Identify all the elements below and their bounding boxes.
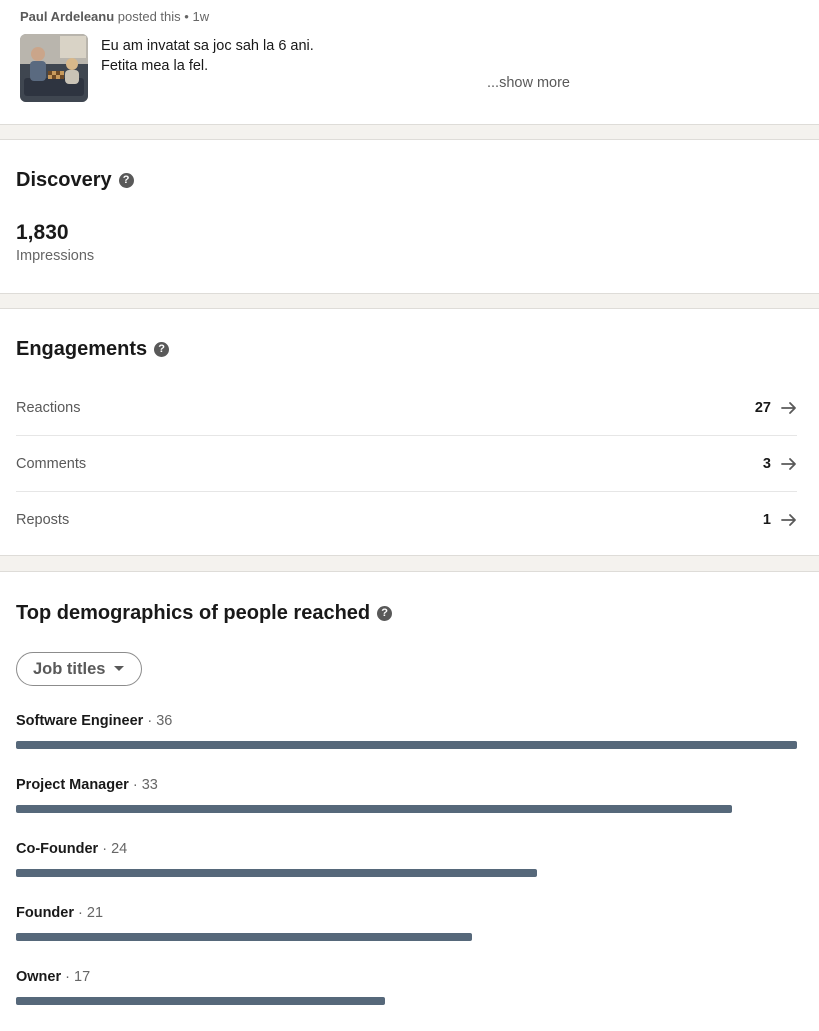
help-icon[interactable]: ? [154,342,170,357]
engagement-value-group: 27 [755,400,797,416]
demographic-count: 33 [141,777,158,793]
post-text-line: Fetita mea la fel. [101,58,209,74]
demographic-bar [16,805,732,813]
arrow-right-icon [781,401,796,414]
demographic-bar [16,741,797,749]
demographic-label: Project Manager · 33 [16,777,797,793]
demographic-count: 24 [111,841,128,857]
engagement-label: Reposts [16,512,70,528]
engagement-row-reposts[interactable]: Reposts 1 [16,492,797,548]
impressions-label: Impressions [16,248,95,264]
demographic-bar [16,933,472,941]
demographic-row: Project Manager · 33 [16,777,797,813]
engagement-row-comments[interactable]: Comments 3 [16,436,797,492]
demographic-row: Owner · 17 [16,969,797,1005]
demographics-card: Top demographics of people reached ? Job… [0,571,819,1031]
caret-down-icon [114,666,125,671]
demographics-title-row: Top demographics of people reached ? [16,602,393,625]
post-action: posted this [117,9,181,24]
demographic-separator: · [147,713,153,729]
demographic-separator: · [78,905,83,921]
show-more-link[interactable]: ...show more [487,75,570,91]
arrow-right-icon [781,457,796,470]
engagement-value: 3 [762,455,771,472]
section-title: Engagements [16,338,148,360]
demographic-row: Software Engineer · 36 [16,713,797,749]
demographic-title: Software Engineer [16,713,144,729]
help-icon[interactable]: ? [118,173,134,188]
arrow-right-icon [781,514,796,526]
post-header: Paul Ardeleanu posted this • 1w [20,9,209,24]
demographic-count: 36 [156,713,173,729]
help-icon[interactable]: ? [377,606,393,621]
engagements-card: Engagements ? Reactions 27 Comments 3 Re… [0,308,819,556]
post-thumbnail[interactable] [20,34,88,102]
engagement-label: Reactions [16,399,81,416]
demographic-label: Co-Founder · 24 [16,841,797,857]
demographic-label: Founder · 21 [16,905,797,921]
demographic-separator: · [132,777,138,793]
post-age: 1w [192,9,210,24]
demographic-label: Owner · 17 [16,969,797,985]
post-text-line: Eu am invatat sa joc sah la 6 ani. [101,38,314,54]
post-card: Paul Ardeleanu posted this • 1w Eu am in… [0,0,819,125]
engagement-value: 1 [762,512,771,528]
engagement-label: Comments [16,455,87,472]
demographic-label: Software Engineer · 36 [16,713,797,729]
demographic-title: Co-Founder [16,841,99,857]
demographic-count: 21 [86,905,104,921]
demographic-count: 17 [74,969,91,985]
post-thumbnail-image [20,34,88,102]
demographic-bar [16,869,537,877]
demographic-bar [16,997,385,1005]
demographic-separator: · [102,841,108,857]
demographic-title: Owner [16,969,62,985]
post-separator: • [184,9,189,24]
dropdown-label: Job titles [33,659,106,678]
engagement-value: 27 [754,399,771,416]
post-author[interactable]: Paul Ardeleanu [20,9,114,24]
engagements-title-row: Engagements ? [16,338,170,361]
engagement-row-reactions[interactable]: Reactions 27 [16,380,797,436]
demographic-title: Founder [16,905,74,921]
job-titles-dropdown[interactable]: Job titles [16,652,143,686]
impressions-value: 1,830 [16,221,69,244]
section-title: Discovery [16,169,112,191]
engagement-value-group: 1 [763,512,797,528]
demographic-separator: · [65,969,70,985]
demographic-row: Co-Founder · 24 [16,841,797,877]
discovery-card: Discovery ? 1,830 Impressions [0,139,819,294]
post-text: Eu am invatat sa joc sah la 6 ani. Fetit… [101,36,314,76]
engagement-value-group: 3 [763,456,797,472]
demographic-row: Founder · 21 [16,905,797,941]
discovery-title-row: Discovery ? [16,169,134,192]
section-title: Top demographics of people reached [16,602,371,624]
demographic-title: Project Manager [16,777,129,793]
